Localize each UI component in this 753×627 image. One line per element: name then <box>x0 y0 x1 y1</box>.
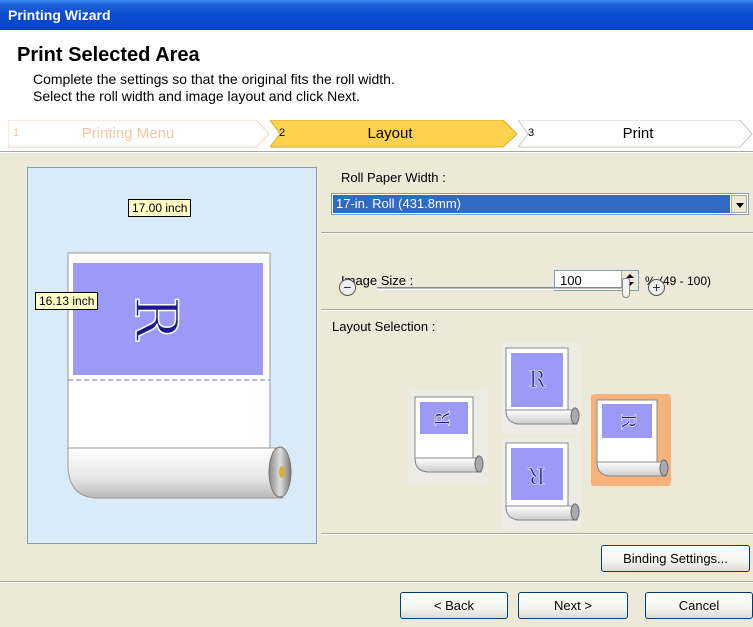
layout-options: R R R R <box>408 342 671 530</box>
zoom-in-icon[interactable]: + <box>648 279 665 296</box>
image-size-value: 100 <box>560 273 582 288</box>
section-separator-3 <box>321 533 753 535</box>
binding-settings-button[interactable]: Binding Settings... <box>601 545 750 572</box>
layout-4-glyph: R <box>617 413 641 429</box>
step-1-label: Printing Menu <box>81 125 175 142</box>
step-layout: 2 Layout <box>270 120 518 148</box>
roll-paper-width-select[interactable]: 17-in. Roll (431.8mm) <box>331 193 749 215</box>
back-button[interactable]: < Back <box>400 592 508 619</box>
description-line-1: Complete the settings so that the origin… <box>33 71 395 87</box>
step-print: 3 Print <box>518 120 753 148</box>
layout-option-rotated-left[interactable]: R <box>408 390 488 485</box>
roll-core-center <box>279 466 285 478</box>
image-size-slider-thumb[interactable] <box>622 278 630 298</box>
step-1-number: 1 <box>13 127 20 139</box>
layout-option-upright[interactable]: R <box>501 342 581 434</box>
footer-separator <box>0 581 753 583</box>
wizard-header: Print Selected Area Complete the setting… <box>0 30 753 151</box>
width-dimension-label: 17.00 inch <box>128 199 192 217</box>
step-2-label: Layout <box>367 125 413 142</box>
section-separator-2 <box>321 309 753 311</box>
layout-3-glyph: R <box>527 462 545 487</box>
next-button[interactable]: Next > <box>518 592 628 619</box>
paper-roll-curl <box>67 447 284 499</box>
height-dimension-label: 16.13 inch <box>35 292 99 310</box>
section-separator-1 <box>321 232 753 234</box>
layout-selection-label: Layout Selection : <box>332 319 436 334</box>
step-printing-menu: 1 Printing Menu <box>8 120 270 148</box>
roll-preview-drawing: R <box>67 252 292 499</box>
wizard-steps: 1 Printing Menu 2 Layout 3 Print <box>8 120 753 148</box>
header-separator <box>0 151 753 153</box>
chevron-down-icon[interactable] <box>731 195 747 213</box>
layout-preview: R 17.00 inch 16.13 inch <box>27 167 317 544</box>
step-3-number: 3 <box>528 127 535 139</box>
roll-paper-width-value: 17-in. Roll (431.8mm) <box>333 195 730 213</box>
roll-paper-width-label: Roll Paper Width : <box>341 170 446 185</box>
layout-option-rotated-right[interactable]: R <box>591 394 671 486</box>
step-2-number: 2 <box>279 127 286 139</box>
window-titlebar: Printing Wizard <box>0 0 753 30</box>
preview-glyph: R <box>122 296 190 342</box>
page-title: Print Selected Area <box>17 44 200 66</box>
cancel-button[interactable]: Cancel <box>645 592 753 619</box>
zoom-out-icon[interactable]: − <box>339 279 356 296</box>
description-line-2: Select the roll width and image layout a… <box>33 88 360 104</box>
layout-1-glyph: R <box>431 411 455 427</box>
layout-option-upside-down[interactable]: R <box>501 438 581 530</box>
step-3-label: Print <box>622 125 654 142</box>
image-size-slider-track[interactable] <box>377 287 625 290</box>
layout-2-glyph: R <box>529 368 547 393</box>
